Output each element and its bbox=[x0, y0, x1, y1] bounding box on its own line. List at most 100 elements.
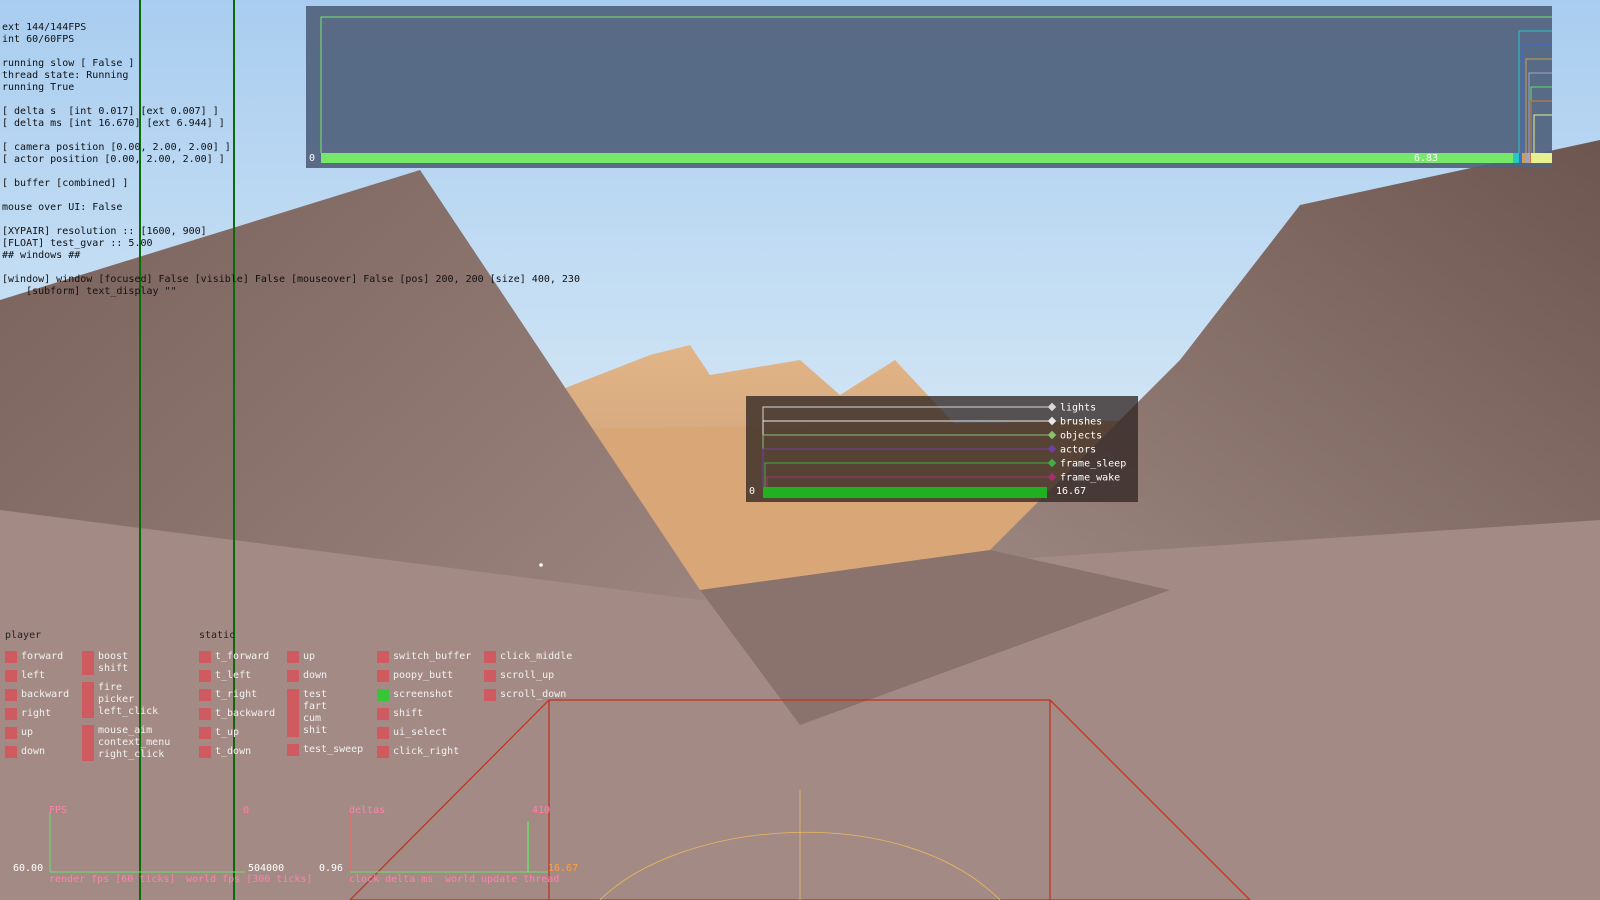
deltas-graph-legend-clock: clock delta ms bbox=[349, 874, 434, 885]
debug-line: mouse over UI: False bbox=[2, 202, 123, 213]
binding-state-indicator bbox=[5, 746, 17, 758]
profiler_world-marker bbox=[1047, 472, 1057, 482]
profiler_world-marker bbox=[1047, 444, 1057, 454]
binding-state-indicator bbox=[484, 689, 496, 701]
profiler_world-leader-line bbox=[762, 434, 1052, 487]
binding-state-indicator bbox=[199, 727, 211, 739]
world-profiler: lights brushes objects actors frame_sleep fra… bbox=[746, 396, 1138, 502]
profiler_world-entry-label: lights bbox=[1060, 403, 1096, 414]
binding-state-indicator bbox=[377, 689, 389, 701]
binding-label: backward bbox=[21, 689, 70, 700]
crosshair-dot bbox=[539, 563, 543, 567]
debug-line: [FLOAT] test_gvar :: 5.00 bbox=[2, 238, 153, 249]
profiler_top-total-bar bbox=[321, 153, 1527, 163]
profiler_world-entry-label: frame_wake bbox=[1060, 473, 1120, 484]
binding-state-indicator bbox=[287, 670, 299, 682]
binding-label: up bbox=[21, 727, 34, 738]
profiler_world-marker bbox=[1047, 430, 1057, 440]
binding-label: down bbox=[21, 746, 46, 757]
binding-label: t_forward bbox=[215, 651, 270, 662]
binding-label: up bbox=[303, 651, 316, 662]
profiler_top-segment bbox=[1531, 153, 1552, 163]
binding-state-indicator bbox=[5, 689, 17, 701]
profiler_world-marker bbox=[1047, 458, 1057, 468]
binding-state-indicator bbox=[199, 670, 211, 682]
frame-profiler-max-label: 6.83 bbox=[1414, 153, 1439, 164]
deltas-graph-legend-world: world update thread bbox=[445, 874, 560, 885]
profiler_top-leader-line bbox=[1528, 72, 1552, 153]
binding-state-indicator bbox=[287, 689, 299, 737]
debug-line bbox=[2, 190, 580, 202]
binding-state-indicator bbox=[199, 689, 211, 701]
binding-state-indicator bbox=[82, 682, 94, 718]
profiler_world-marker bbox=[1047, 416, 1057, 426]
deltas-graph-top-value: 410 bbox=[532, 805, 551, 816]
binding-state-indicator bbox=[484, 651, 496, 663]
binding-state-indicator bbox=[82, 725, 94, 761]
binding-state-indicator bbox=[287, 744, 299, 756]
binding-state-indicator bbox=[484, 670, 496, 682]
binding-state-indicator bbox=[5, 651, 17, 663]
profiler_top-segment bbox=[1519, 153, 1522, 163]
world-profiler-max-label: 16.67 bbox=[1056, 486, 1087, 497]
profiler_world-leader-line bbox=[762, 406, 1052, 487]
profiler_world-total-bar bbox=[763, 487, 1047, 498]
world-profiler-zero-label: 0 bbox=[749, 486, 756, 497]
binding-state-indicator bbox=[199, 708, 211, 720]
profiler_world-leader-line bbox=[766, 476, 1052, 487]
fps-graph-min-value: 60.00 bbox=[13, 863, 44, 874]
fps-graph-legend-render: render fps [60 ticks] bbox=[49, 874, 176, 885]
profiler_top-leader-line bbox=[1518, 30, 1552, 153]
binding-label: down bbox=[303, 670, 328, 681]
profiler_top-segment bbox=[1529, 153, 1530, 163]
debug-line: ## windows ## bbox=[2, 250, 81, 261]
binding-state-indicator bbox=[377, 727, 389, 739]
deltas-graph-min-value: 0.96 bbox=[319, 863, 344, 874]
binding-label: click_right bbox=[393, 746, 460, 757]
debug-line bbox=[2, 262, 580, 274]
binding-label: t_up bbox=[215, 727, 240, 738]
fps-graph-legend-world: world fps [300 ticks] bbox=[186, 874, 313, 885]
binding-state-indicator bbox=[377, 651, 389, 663]
binding-label: click_middle bbox=[500, 651, 573, 662]
static-controls-header: static bbox=[199, 630, 236, 641]
fps-graph-top-value: 0 bbox=[243, 805, 250, 816]
binding-label: scroll_down bbox=[500, 689, 567, 700]
binding-label: ui_select bbox=[393, 727, 448, 738]
frame-profiler-zero-label: 0 bbox=[309, 153, 316, 164]
player-controls-header: player bbox=[5, 630, 42, 641]
binding-label: mouse_aim context_menu right_click bbox=[98, 725, 171, 760]
binding-label: left bbox=[21, 670, 46, 681]
debug-line: [XYPAIR] resolution :: [1600, 900] bbox=[2, 226, 207, 237]
profiler_world-entry-label: actors bbox=[1060, 445, 1096, 456]
binding-label: test fart cum shit bbox=[303, 689, 328, 736]
binding-label: forward bbox=[21, 651, 64, 662]
profiler_top-leader-line bbox=[1533, 114, 1552, 153]
binding-state-indicator bbox=[377, 746, 389, 758]
binding-label: boost shift bbox=[98, 651, 129, 674]
binding-state-indicator bbox=[199, 746, 211, 758]
binding-label: fire picker left_click bbox=[98, 682, 159, 717]
binding-state-indicator bbox=[377, 670, 389, 682]
debug-line: [window] window [focused] False [visible… bbox=[2, 274, 580, 285]
binding-state-indicator bbox=[5, 708, 17, 720]
binding-label: switch_buffer bbox=[393, 651, 472, 662]
frame-profiler: monogame_sleepframe_startwm_updateupdate… bbox=[306, 6, 1552, 168]
profiler_top-leader-line bbox=[320, 16, 1552, 153]
profiler_world-leader-line bbox=[764, 462, 1052, 487]
binding-label: t_down bbox=[215, 746, 252, 757]
binding-label: poopy_butt bbox=[393, 670, 454, 681]
profiler_world-entry-label: brushes bbox=[1060, 417, 1102, 428]
binding-state-indicator bbox=[287, 651, 299, 663]
binding-state-indicator bbox=[377, 708, 389, 720]
deltas-graph-title: deltas bbox=[349, 805, 386, 816]
binding-label: scroll_up bbox=[500, 670, 555, 681]
binding-label: screenshot bbox=[393, 689, 454, 700]
binding-label: test_sweep bbox=[303, 744, 364, 755]
binding-label: right bbox=[21, 708, 52, 719]
binding-state-indicator bbox=[82, 651, 94, 675]
frame-profiler-graph: monogame_sleepframe_startwm_updateupdate… bbox=[320, 16, 1552, 163]
binding-state-indicator bbox=[5, 727, 17, 739]
debug-line: [subform] text_display "" bbox=[2, 286, 177, 297]
profiler_world-leader-line bbox=[762, 448, 1052, 487]
